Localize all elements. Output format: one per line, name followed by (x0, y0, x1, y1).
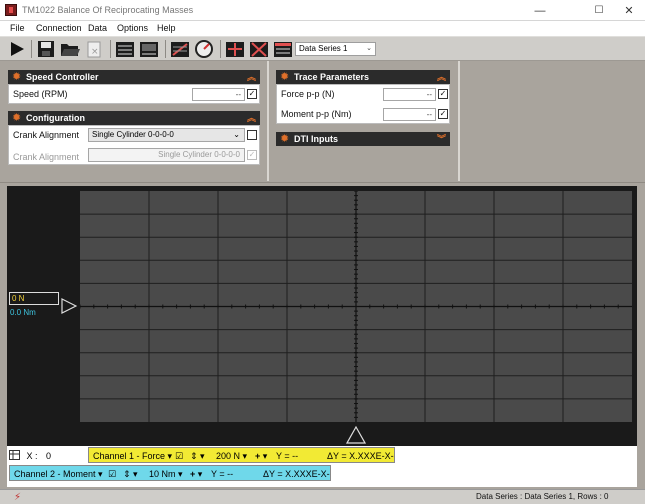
panel-divider (458, 61, 460, 181)
moment-marker-label: 0.0 Nm (10, 308, 36, 317)
menu-connection[interactable]: Connection (36, 23, 82, 33)
channel-1-scale-icon[interactable]: ⇕ ▾ (190, 449, 205, 463)
channel-2-scale: 10 Nm (149, 469, 176, 479)
cursor-icon[interactable] (9, 450, 20, 460)
channel-1-select[interactable]: Channel 1 - Force ▾ (93, 449, 172, 463)
channel-2-name: Channel 2 - Moment (14, 469, 96, 479)
collapse-icon[interactable]: ︽ (247, 70, 256, 84)
gear-icon: ✹ (12, 112, 22, 124)
channel-1-scale: 200 N (216, 451, 241, 461)
menu-file[interactable]: File (10, 23, 25, 33)
remove-marker-icon[interactable] (248, 39, 270, 59)
scope-grid[interactable] (79, 190, 632, 422)
gauge-icon[interactable] (193, 39, 215, 59)
configuration-body: Crank Alignment Single Cylinder 0-0-0-0 … (8, 125, 260, 165)
menu-bar: File Connection Data Options Help (0, 21, 645, 36)
status-text: Data Series : Data Series 1, Rows : 0 (476, 492, 609, 501)
gear-icon: ✹ (280, 71, 290, 83)
crank-alignment-readout: Single Cylinder 0-0-0-0 (88, 148, 245, 162)
gear-icon: ✹ (280, 133, 290, 145)
force-offset-handle[interactable] (61, 298, 77, 314)
x-value: 0 (46, 451, 52, 461)
data-series-value: Data Series 1 (299, 44, 348, 53)
channel-2-bar: Channel 2 - Moment ▾ ☑ ⇕ ▾ 10 Nm ▾ + ▾ Y… (9, 465, 331, 481)
configuration-title: Configuration (26, 113, 85, 123)
channel-2-delta-y: ΔY = X.XXXE-X- (263, 469, 330, 479)
trace-parameters-title: Trace Parameters (294, 72, 370, 82)
force-pp-checkbox[interactable]: ✓ (438, 89, 448, 99)
toolbar: × Data Series 1 ⌄ (0, 36, 645, 61)
force-marker-label[interactable]: 0 N (9, 292, 59, 305)
calibrate-icon[interactable] (169, 39, 191, 59)
channel-2-enable-checkbox[interactable]: ☑ (108, 467, 116, 481)
trace-parameters-body: Force p-p (N) -- ✓ Moment p-p (Nm) -- ✓ (276, 84, 450, 124)
app-icon (5, 4, 17, 16)
crank-alignment-checkbox-disabled: ✓ (247, 150, 257, 160)
table-view-icon[interactable] (114, 39, 136, 59)
chevron-down-icon: ⌄ (233, 130, 240, 139)
panel-divider (267, 61, 269, 181)
connection-status-icon: ⚡ (14, 492, 22, 503)
minimize-button[interactable]: — (525, 0, 555, 21)
open-folder-icon[interactable] (59, 39, 81, 59)
channel-2-y-value: Y = -- (211, 469, 234, 479)
crank-alignment-label: Crank Alignment (13, 130, 80, 140)
force-pp-label: Force p-p (N) (281, 89, 335, 99)
channel-2-crosshair-icon[interactable]: + ▾ (190, 467, 202, 481)
grid-table-icon[interactable] (272, 39, 294, 59)
speed-value: -- (192, 88, 245, 101)
data-series-select[interactable]: Data Series 1 ⌄ (295, 42, 376, 56)
channel-2-select[interactable]: Channel 2 - Moment ▾ (14, 467, 103, 481)
menu-help[interactable]: Help (157, 23, 176, 33)
speed-checkbox[interactable]: ✓ (247, 89, 257, 99)
x-label: X : (26, 451, 38, 461)
save-icon[interactable] (35, 39, 57, 59)
moment-pp-checkbox[interactable]: ✓ (438, 109, 448, 119)
close-button[interactable]: ✕ (614, 0, 644, 21)
scope-grid-lines (79, 190, 632, 422)
moment-pp-value: -- (383, 108, 436, 121)
chevron-down-icon: ⌄ (366, 45, 372, 52)
collapse-icon[interactable]: ︽ (437, 70, 446, 84)
dti-inputs-title: DTI Inputs (294, 134, 338, 144)
maximize-button[interactable]: ☐ (584, 0, 614, 21)
channel-1-bar: Channel 1 - Force ▾ ☑ ⇕ ▾ 200 N ▾ + ▾ Y … (88, 447, 395, 463)
menu-options[interactable]: Options (117, 23, 148, 33)
channel-2-scale-icon[interactable]: ⇕ ▾ (123, 467, 138, 481)
chart-view-icon[interactable] (138, 39, 160, 59)
channel-1-crosshair-icon[interactable]: + ▾ (255, 449, 267, 463)
crank-alignment-value: Single Cylinder 0-0-0-0 (92, 130, 174, 139)
gear-icon: ✹ (12, 71, 22, 83)
x-cursor-handle[interactable] (346, 426, 366, 444)
trace-parameters-header[interactable]: ✹ Trace Parameters ︽ (276, 70, 450, 84)
title-bar: TM1022 Balance Of Reciprocating Masses —… (0, 0, 645, 21)
status-bar: ⚡ Data Series : Data Series 1, Rows : 0 (0, 489, 645, 504)
moment-pp-label: Moment p-p (Nm) (281, 109, 352, 119)
crank-alignment-select[interactable]: Single Cylinder 0-0-0-0 ⌄ (88, 128, 245, 142)
crank-alignment-label-disabled: Crank Alignment (13, 152, 80, 162)
dti-inputs-header[interactable]: ✹ DTI Inputs ︾ (276, 132, 450, 146)
channel-1-name: Channel 1 - Force (93, 451, 166, 461)
window-title: TM1022 Balance Of Reciprocating Masses (22, 5, 194, 15)
x-readout: X : 0 (9, 450, 51, 461)
delete-file-icon[interactable]: × (83, 39, 105, 59)
speed-controller-header[interactable]: ✹ Speed Controller ︽ (8, 70, 260, 84)
channel-1-y-value: Y = -- (276, 451, 299, 461)
crank-alignment-checkbox[interactable] (247, 130, 257, 140)
collapse-icon[interactable]: ︽ (247, 111, 256, 125)
speed-controller-body: Speed (RPM) -- ✓ (8, 84, 260, 104)
force-pp-value: -- (383, 88, 436, 101)
run-icon[interactable] (6, 39, 28, 59)
channel-2-scale-select[interactable]: 10 Nm ▾ (149, 467, 183, 481)
channel-1-scale-select[interactable]: 200 N ▾ (216, 449, 247, 463)
menu-data[interactable]: Data (88, 23, 107, 33)
expand-icon[interactable]: ︾ (437, 132, 446, 146)
channel-1-enable-checkbox[interactable]: ☑ (175, 449, 183, 463)
speed-controller-title: Speed Controller (26, 72, 99, 82)
add-marker-icon[interactable] (224, 39, 246, 59)
channel-1-delta-y: ΔY = X.XXXE-X- (327, 451, 394, 461)
speed-label: Speed (RPM) (13, 89, 68, 99)
svg-text:×: × (91, 47, 99, 57)
configuration-header[interactable]: ✹ Configuration ︽ (8, 111, 260, 125)
